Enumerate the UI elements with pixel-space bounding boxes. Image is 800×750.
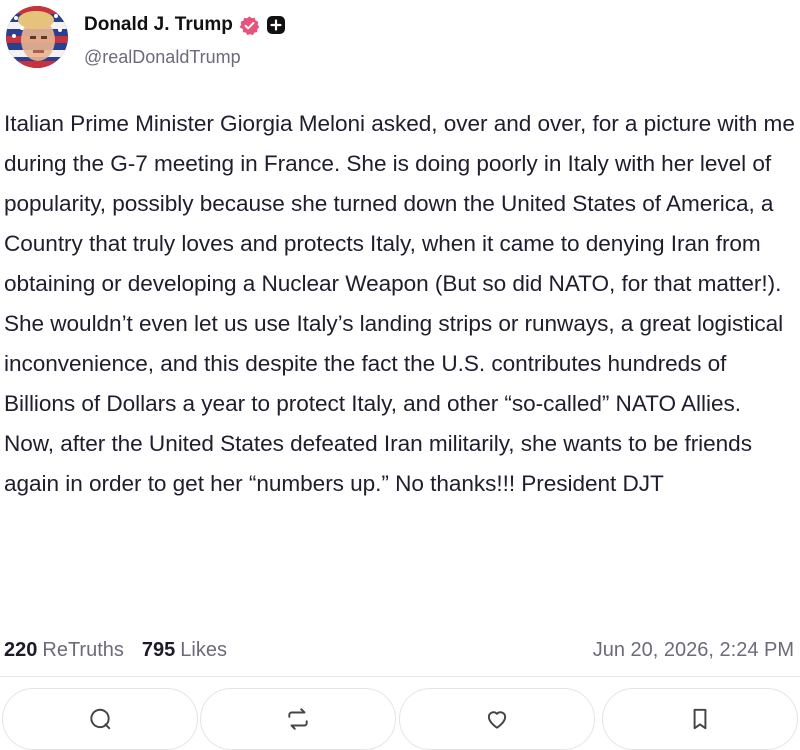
retruths-label[interactable]: ReTruths [42, 639, 124, 662]
post-stats: 220 ReTruths 795 Likes Jun 20, 2026, 2:2… [4, 635, 796, 665]
heart-icon [487, 711, 507, 729]
verified-badge-icon [239, 15, 260, 36]
bookmark-button[interactable] [602, 688, 798, 750]
like-button[interactable] [399, 688, 595, 750]
post-text: Italian Prime Minister Giorgia Meloni as… [4, 111, 795, 496]
avatar-image [6, 6, 68, 68]
comment-icon [90, 708, 111, 730]
plus-badge-icon [266, 15, 286, 35]
author-name[interactable]: Donald J. Trump [84, 14, 233, 36]
likes-count[interactable]: 795 [142, 639, 175, 662]
retruths-count[interactable]: 220 [4, 639, 37, 662]
retruth-icon [288, 708, 308, 730]
bookmark-icon [693, 708, 707, 730]
likes-label[interactable]: Likes [180, 639, 227, 662]
post-card: Donald J. Trump @realDonaldTrump Italian… [0, 0, 800, 750]
retruth-button[interactable] [200, 688, 396, 750]
author-name-row: Donald J. Trump [84, 14, 286, 36]
reply-button[interactable] [2, 688, 198, 750]
post-header: Donald J. Trump @realDonaldTrump [4, 4, 604, 70]
post-timestamp[interactable]: Jun 20, 2026, 2:24 PM [593, 639, 794, 662]
action-bar [0, 688, 800, 750]
avatar[interactable] [6, 6, 68, 68]
author-handle[interactable]: @realDonaldTrump [84, 47, 241, 68]
divider [0, 676, 800, 677]
